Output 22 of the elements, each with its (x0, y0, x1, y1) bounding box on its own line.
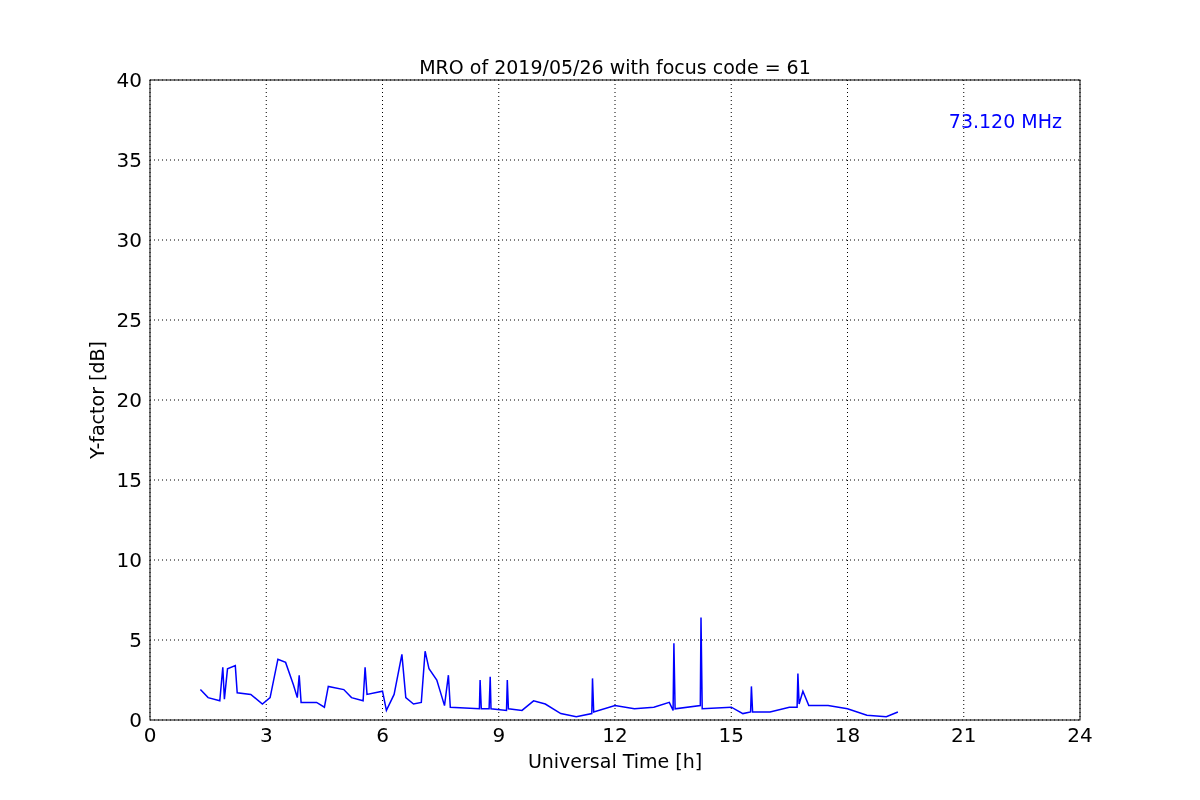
x-tick-label: 12 (602, 723, 628, 747)
x-axis-title: Universal Time [h] (527, 750, 703, 772)
x-tick-label: 9 (492, 723, 506, 747)
x-tick-label: 21 (951, 723, 977, 747)
y-tick-label: 10 (116, 548, 142, 572)
y-tick-label: 25 (116, 308, 142, 332)
y-tick-label: 40 (116, 68, 142, 92)
y-tick-label: 5 (129, 628, 142, 652)
x-tick-label: 3 (259, 723, 273, 747)
x-tick-label: 0 (143, 723, 157, 747)
y-tick-label: 0 (129, 708, 142, 732)
x-tick-label: 24 (1067, 723, 1093, 747)
y-tick-label: 20 (116, 388, 142, 412)
y-axis-title: Y-factor [dB] (86, 341, 108, 459)
x-tick-label: 15 (718, 723, 744, 747)
series-label: 73.120 MHz (948, 110, 1062, 132)
y-tick-label: 30 (116, 228, 142, 252)
y-tick-label: 15 (116, 468, 142, 492)
y-tick-label: 35 (116, 148, 142, 172)
chart-title: MRO of 2019/05/26 with focus code = 61 (419, 56, 811, 78)
x-tick-label: 18 (834, 723, 861, 747)
x-tick-label: 6 (376, 723, 389, 747)
